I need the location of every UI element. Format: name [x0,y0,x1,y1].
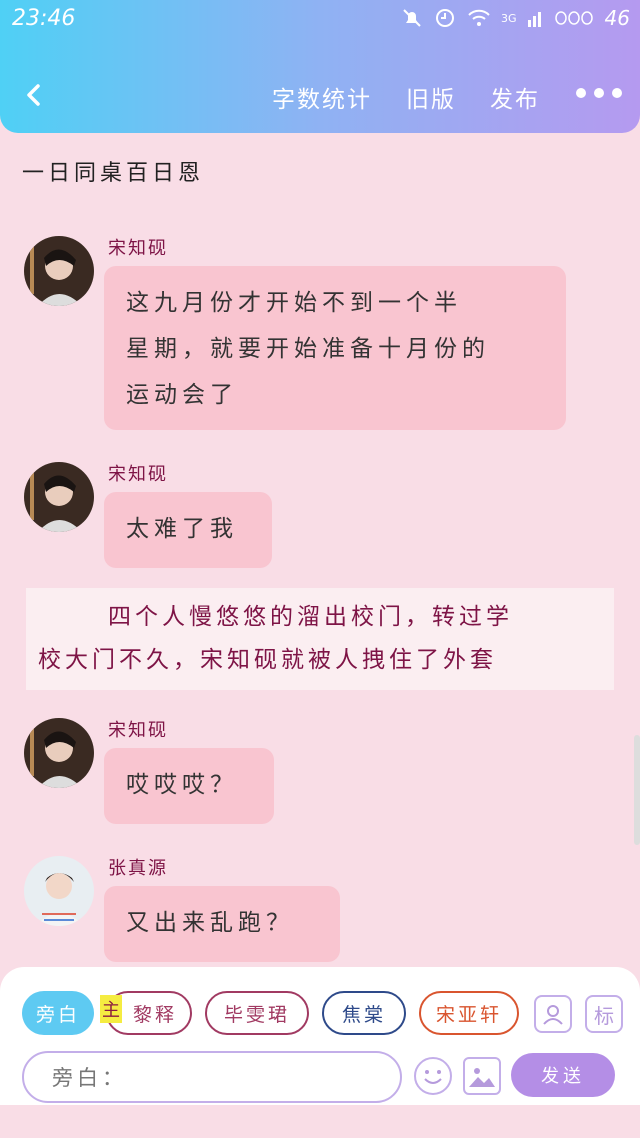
chat-bubble[interactable]: 又出来乱跑？ [104,886,340,962]
app-header: 23:46 3G 46 字数统计 旧版 发布 [0,0,640,133]
wifi-icon [468,9,490,26]
bottom-strip [0,1105,640,1138]
sender-name: 宋知砚 [108,238,168,259]
avatar[interactable] [24,718,94,788]
word-count-link[interactable]: 字数统计 [272,80,372,114]
nav-bar: 字数统计 旧版 发布 [0,70,640,122]
sync-icon [436,9,455,27]
signal-icon [527,12,541,27]
battery-level: 46 [604,6,630,30]
role-chip-narration[interactable]: 旁白 [22,991,94,1035]
nav-links: 字数统计 旧版 发布 [272,80,540,114]
avatar[interactable] [24,236,94,306]
story-title: 一日同桌百日恩 [22,161,205,186]
role-chip-bi-wenjun[interactable]: 毕雯珺 [205,991,309,1035]
main-role-badge: 主 [100,995,122,1023]
sender-name: 张真源 [108,858,168,879]
status-icons: 3G 46 [401,6,630,30]
chevron-left-icon [27,84,40,106]
chat-bubble[interactable]: 太难了我 [104,492,272,568]
battery-dots-icon [554,11,593,25]
image-button[interactable] [463,1057,501,1095]
sender-name: 宋知砚 [108,720,168,741]
tag-button[interactable]: 标 [585,995,623,1033]
scrollbar[interactable] [634,735,640,845]
sender-name: 宋知砚 [108,464,168,485]
user-icon [543,1005,563,1025]
back-button[interactable] [18,78,52,112]
chat-bubble[interactable]: 这九月份才开始不到一个半 星期，就要开始准备十月份的 运动会了 [104,266,566,430]
chat-bubble[interactable]: 哎哎哎？ [104,748,274,824]
composer-panel: 旁白 黎释 主 毕雯珺 焦棠 宋亚轩 标 旁白： 发送 [0,967,640,1105]
picture-icon [469,1068,495,1087]
status-bar: 23:46 3G 46 [0,0,640,40]
network-type: 3G [501,11,517,25]
mute-bell-icon [403,9,421,27]
publish-link[interactable]: 发布 [490,80,540,114]
old-version-link[interactable]: 旧版 [406,80,456,114]
narration-line: 校大门不久，宋知砚就被人拽住了外套 [38,647,497,673]
avatar[interactable] [24,462,94,532]
character-select-button[interactable] [534,995,572,1033]
role-chip-jiao-tang[interactable]: 焦棠 [322,991,406,1035]
smiley-icon [424,1070,442,1084]
narration-line: 四个人慢悠悠的溜出校门，转过学 [108,604,513,630]
message-input[interactable]: 旁白： [22,1051,402,1103]
status-time: 23:46 [12,6,76,31]
role-chip-song-yaxuan[interactable]: 宋亚轩 [419,991,519,1035]
emoji-button[interactable] [414,1057,452,1095]
more-menu-button[interactable] [576,88,622,98]
narration-block[interactable]: 四个人慢悠悠的溜出校门，转过学 校大门不久，宋知砚就被人拽住了外套 [26,588,614,690]
send-button[interactable]: 发送 [511,1053,615,1097]
avatar[interactable] [24,856,94,926]
